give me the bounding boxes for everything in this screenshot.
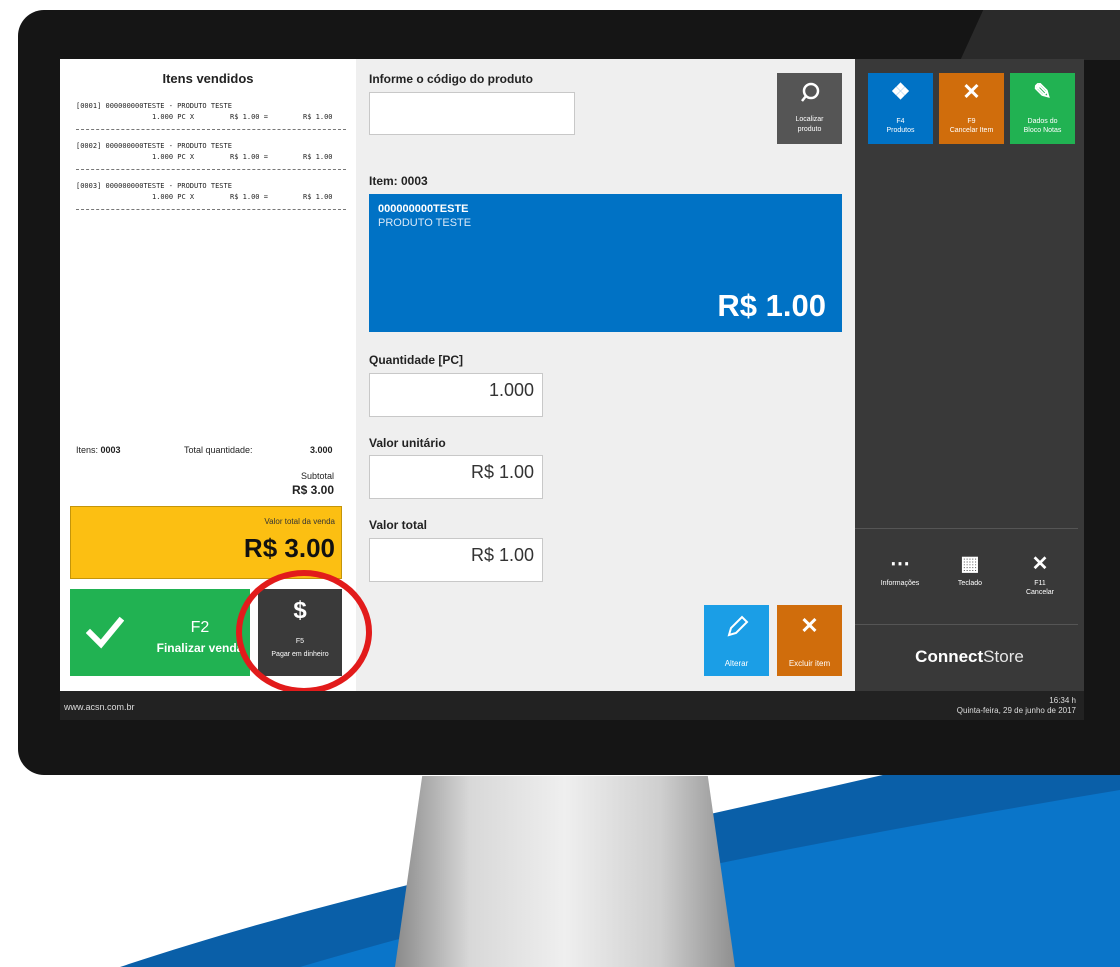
website-url: www.acsn.com.br bbox=[64, 702, 135, 712]
receipt-panel: Itens vendidos [0001] 000000000TESTE - P… bbox=[60, 59, 372, 694]
info-button[interactable]: ⋯ Informações bbox=[865, 549, 935, 588]
quantity-field[interactable]: 1.000 bbox=[369, 373, 543, 417]
total-value-field[interactable]: R$ 1.00 bbox=[369, 538, 543, 582]
total-value-value: R$ 1.00 bbox=[470, 545, 534, 565]
cancel-sale-key: F11 bbox=[1034, 580, 1046, 587]
close-icon: ✕ bbox=[1031, 553, 1049, 575]
receipt-line-unit: R$ 1.00 = bbox=[230, 113, 268, 121]
products-tile-name: Produtos bbox=[886, 127, 915, 134]
keyboard-label: Teclado bbox=[957, 580, 983, 587]
close-icon: ✕ bbox=[800, 613, 819, 638]
receipt-line-head: [0002] 000000000TESTE - PRODUTO TESTE bbox=[76, 142, 232, 150]
receipt-line-total: R$ 1.00 bbox=[303, 113, 333, 121]
receipt-line-qty: 1.000 PC X bbox=[152, 153, 195, 161]
items-label: Itens: bbox=[76, 445, 99, 455]
search-icon bbox=[801, 82, 820, 102]
right-panel-divider bbox=[855, 624, 1078, 625]
cancel-item-tile-key: F9 bbox=[967, 118, 976, 125]
tag-icon: ❖ bbox=[890, 79, 911, 104]
subtotal-label: Subtotal bbox=[300, 471, 334, 481]
highlight-circle bbox=[236, 570, 372, 694]
current-item-panel: 000000000TESTE PRODUTO TESTE R$ 1.00 bbox=[369, 194, 842, 332]
brand-light: Store bbox=[983, 647, 1024, 666]
pos-screen: Itens vendidos [0001] 000000000TESTE - P… bbox=[60, 59, 1084, 720]
clock: 16:34 h Quinta-feira, 29 de junho de 2017 bbox=[957, 696, 1076, 716]
products-tile-key: F4 bbox=[896, 118, 905, 125]
sale-total-value: R$ 3.00 bbox=[243, 533, 335, 563]
notepad-tile-line2: Bloco Notas bbox=[1023, 127, 1062, 134]
products-tile[interactable]: ❖ F4 Produtos bbox=[868, 73, 933, 144]
check-icon bbox=[86, 616, 124, 649]
quantity-label: Quantidade [PC] bbox=[369, 353, 464, 367]
receipt-title: Itens vendidos bbox=[162, 71, 254, 86]
item-code: 000000000TESTE bbox=[378, 203, 469, 215]
search-product-label-line1: Localizar bbox=[795, 116, 824, 123]
notepad-tile[interactable]: ✎ Dados do Bloco Notas bbox=[1010, 73, 1075, 144]
cancel-sale-name: Cancelar bbox=[1025, 589, 1054, 596]
delete-item-label: Excluir item bbox=[788, 659, 831, 668]
delete-item-button[interactable]: ✕ Excluir item bbox=[777, 605, 842, 676]
item-price: R$ 1.00 bbox=[717, 288, 826, 323]
receipt-line-total: R$ 1.00 bbox=[303, 153, 333, 161]
notepad-tile-label: Dados do Bloco Notas bbox=[1010, 117, 1075, 135]
finalize-sale-button[interactable]: F2 Finalizar venda bbox=[70, 589, 250, 676]
cancel-item-tile-label: F9 Cancelar Item bbox=[939, 117, 1004, 135]
item-name: PRODUTO TESTE bbox=[378, 217, 472, 229]
receipt-separator bbox=[76, 169, 346, 170]
cancel-item-tile[interactable]: ✕ F9 Cancelar Item bbox=[939, 73, 1004, 144]
right-panel-divider bbox=[855, 528, 1078, 529]
receipt-line-head: [0003] 000000000TESTE - PRODUTO TESTE bbox=[76, 182, 232, 190]
cancel-item-tile-name: Cancelar Item bbox=[949, 127, 994, 134]
total-qty-value: 3.000 bbox=[310, 445, 333, 455]
quantity-value: 1.000 bbox=[488, 380, 534, 400]
item-label: Item: 0003 bbox=[369, 174, 428, 188]
sale-total-box: Valor total da venda R$ 3.00 bbox=[70, 506, 342, 579]
receipt-separator bbox=[76, 209, 346, 210]
close-icon: ✕ bbox=[962, 79, 981, 104]
unit-value-label: Valor unitário bbox=[369, 436, 446, 450]
receipt-line-unit: R$ 1.00 = bbox=[230, 153, 268, 161]
products-tile-label: F4 Produtos bbox=[868, 117, 933, 135]
product-code-label: Informe o código do produto bbox=[369, 72, 533, 86]
search-product-button[interactable]: Localizar produto bbox=[777, 73, 842, 144]
receipt-separator bbox=[76, 129, 346, 130]
receipt-line-qty: 1.000 PC X bbox=[152, 113, 195, 121]
keyboard-button[interactable]: ▦ Teclado bbox=[935, 549, 1005, 588]
items-count-label: Itens: 0003 bbox=[76, 445, 121, 455]
edit-item-label: Alterar bbox=[724, 659, 749, 668]
total-qty-label: Total quantidade: bbox=[184, 445, 253, 455]
cancel-sale-label: F11 Cancelar bbox=[1005, 579, 1075, 597]
unit-value-value: R$ 1.00 bbox=[470, 462, 534, 482]
edit-note-icon: ✎ bbox=[1033, 79, 1052, 104]
total-value-label: Valor total bbox=[369, 518, 428, 532]
clock-time: 16:34 h bbox=[1049, 696, 1076, 705]
search-product-label: Localizar produto bbox=[777, 115, 842, 135]
search-product-label-line2: produto bbox=[797, 126, 822, 133]
keypad-icon: ▦ bbox=[960, 553, 980, 575]
edit-item-button[interactable]: Alterar bbox=[704, 605, 769, 676]
right-panel: ❖ F4 Produtos ✕ F9 Cancelar Item ✎ Dados d… bbox=[855, 59, 1084, 691]
product-code-input[interactable] bbox=[369, 92, 575, 135]
sale-total-label: Valor total da venda bbox=[264, 517, 335, 526]
pencil-icon bbox=[727, 615, 749, 637]
cancel-sale-button[interactable]: ✕ F11 Cancelar bbox=[1005, 549, 1075, 597]
receipt-line-total: R$ 1.00 bbox=[303, 193, 333, 201]
info-label: Informações bbox=[880, 580, 920, 587]
unit-value-field[interactable]: R$ 1.00 bbox=[369, 455, 543, 499]
receipt-line-head: [0001] 000000000TESTE - PRODUTO TESTE bbox=[76, 102, 232, 110]
finalize-key: F2 bbox=[190, 619, 210, 636]
clock-date: Quinta-feira, 29 de junho de 2017 bbox=[956, 706, 1076, 715]
notepad-tile-line1: Dados do bbox=[1027, 118, 1058, 125]
status-bar: www.acsn.com.br 16:34 h Quinta-feira, 29 … bbox=[60, 691, 1084, 720]
brand-bold: Connect bbox=[915, 647, 984, 666]
brand-logo: ConnectStore bbox=[855, 647, 1084, 667]
subtotal-value: R$ 3.00 bbox=[291, 483, 334, 497]
receipt-line-unit: R$ 1.00 = bbox=[230, 193, 268, 201]
items-value: 0003 bbox=[100, 445, 121, 455]
monitor-stand bbox=[395, 776, 735, 967]
receipt-line-qty: 1.000 PC X bbox=[152, 193, 195, 201]
chat-icon: ⋯ bbox=[890, 553, 910, 575]
